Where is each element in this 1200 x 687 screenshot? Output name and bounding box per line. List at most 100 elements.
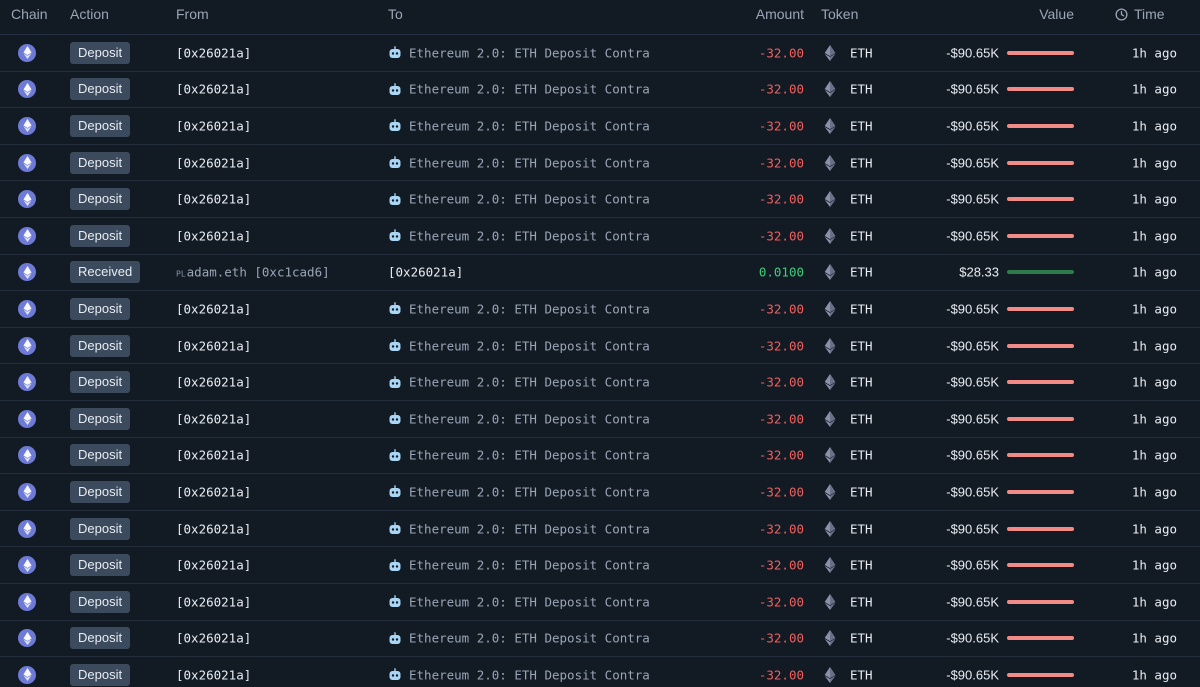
from-address[interactable]: [0x26021a] [176, 155, 251, 170]
token-symbol[interactable]: ETH [850, 558, 873, 573]
token-symbol[interactable]: ETH [850, 667, 873, 682]
timestamp[interactable]: 1h ago [1132, 448, 1177, 463]
action-badge[interactable]: Deposit [70, 371, 131, 394]
table-row[interactable]: Deposit [0x26021a] Ethereum 2.0: ETH Dep… [0, 108, 1200, 145]
action-badge[interactable]: Deposit [70, 517, 131, 540]
ethereum-icon[interactable] [18, 263, 36, 282]
eth-token-icon[interactable] [824, 557, 836, 574]
table-row[interactable]: Deposit [0x26021a] Ethereum 2.0: ETH Dep… [0, 621, 1200, 658]
from-address[interactable]: [0x26021a] [176, 631, 251, 646]
timestamp[interactable]: 1h ago [1132, 411, 1177, 426]
to-address[interactable]: Ethereum 2.0: ETH Deposit Contra [388, 155, 673, 170]
table-row[interactable]: Deposit [0x26021a] Ethereum 2.0: ETH Dep… [0, 72, 1200, 109]
header-time[interactable]: Time [1115, 6, 1165, 22]
timestamp[interactable]: 1h ago [1132, 228, 1177, 243]
from-address[interactable]: [0x26021a] [176, 667, 251, 682]
timestamp[interactable]: 1h ago [1132, 45, 1177, 60]
table-row[interactable]: Received PLadam.eth [0xc1cad6] [0x26021a… [0, 255, 1200, 292]
ethereum-icon[interactable] [18, 336, 36, 355]
action-badge[interactable]: Deposit [70, 627, 131, 650]
table-row[interactable]: Deposit [0x26021a] Ethereum 2.0: ETH Dep… [0, 584, 1200, 621]
to-address[interactable]: [0x26021a] [388, 265, 673, 280]
eth-token-icon[interactable] [824, 227, 836, 244]
ethereum-icon[interactable] [18, 482, 36, 501]
from-address[interactable]: [0x26021a] [176, 411, 251, 426]
action-badge[interactable]: Deposit [70, 151, 131, 174]
ethereum-icon[interactable] [18, 190, 36, 209]
action-badge[interactable]: Deposit [70, 188, 131, 211]
to-address[interactable]: Ethereum 2.0: ETH Deposit Contra [388, 375, 673, 390]
from-address[interactable]: [0x26021a] [176, 118, 251, 133]
action-badge[interactable]: Deposit [70, 480, 131, 503]
ethereum-icon[interactable] [18, 116, 36, 135]
ethereum-icon[interactable] [18, 299, 36, 318]
to-address[interactable]: Ethereum 2.0: ETH Deposit Contra [388, 594, 673, 609]
to-address[interactable]: Ethereum 2.0: ETH Deposit Contra [388, 82, 673, 97]
eth-token-icon[interactable] [824, 520, 836, 537]
timestamp[interactable]: 1h ago [1132, 631, 1177, 646]
token-symbol[interactable]: ETH [850, 301, 873, 316]
table-row[interactable]: Deposit [0x26021a] Ethereum 2.0: ETH Dep… [0, 35, 1200, 72]
timestamp[interactable]: 1h ago [1132, 82, 1177, 97]
ethereum-icon[interactable] [18, 373, 36, 392]
token-symbol[interactable]: ETH [850, 118, 873, 133]
from-address[interactable]: [0x26021a] [176, 228, 251, 243]
token-symbol[interactable]: ETH [850, 484, 873, 499]
token-symbol[interactable]: ETH [850, 45, 873, 60]
to-address[interactable]: Ethereum 2.0: ETH Deposit Contra [388, 558, 673, 573]
table-row[interactable]: Deposit [0x26021a] Ethereum 2.0: ETH Dep… [0, 474, 1200, 511]
header-value[interactable]: Value [1039, 6, 1074, 22]
to-address[interactable]: Ethereum 2.0: ETH Deposit Contra [388, 118, 673, 133]
eth-token-icon[interactable] [824, 300, 836, 317]
table-row[interactable]: Deposit [0x26021a] Ethereum 2.0: ETH Dep… [0, 328, 1200, 365]
header-token[interactable]: Token [821, 6, 858, 22]
from-address[interactable]: [0x26021a] [176, 558, 251, 573]
table-row[interactable]: Deposit [0x26021a] Ethereum 2.0: ETH Dep… [0, 291, 1200, 328]
timestamp[interactable]: 1h ago [1132, 338, 1177, 353]
eth-token-icon[interactable] [824, 630, 836, 647]
to-address[interactable]: Ethereum 2.0: ETH Deposit Contra [388, 631, 673, 646]
ethereum-icon[interactable] [18, 226, 36, 245]
table-row[interactable]: Deposit [0x26021a] Ethereum 2.0: ETH Dep… [0, 181, 1200, 218]
timestamp[interactable]: 1h ago [1132, 265, 1177, 280]
timestamp[interactable]: 1h ago [1132, 484, 1177, 499]
table-row[interactable]: Deposit [0x26021a] Ethereum 2.0: ETH Dep… [0, 218, 1200, 255]
header-action[interactable]: Action [70, 6, 109, 22]
token-symbol[interactable]: ETH [850, 448, 873, 463]
timestamp[interactable]: 1h ago [1132, 155, 1177, 170]
header-chain[interactable]: Chain [11, 6, 48, 22]
ethereum-icon[interactable] [18, 153, 36, 172]
action-badge[interactable]: Deposit [70, 297, 131, 320]
to-address[interactable]: Ethereum 2.0: ETH Deposit Contra [388, 192, 673, 207]
eth-token-icon[interactable] [824, 191, 836, 208]
to-address[interactable]: Ethereum 2.0: ETH Deposit Contra [388, 45, 673, 60]
eth-token-icon[interactable] [824, 81, 836, 98]
token-symbol[interactable]: ETH [850, 375, 873, 390]
table-row[interactable]: Deposit [0x26021a] Ethereum 2.0: ETH Dep… [0, 511, 1200, 548]
from-address[interactable]: [0x26021a] [176, 82, 251, 97]
action-badge[interactable]: Received [70, 261, 141, 284]
header-from[interactable]: From [176, 6, 209, 22]
from-address[interactable]: [0x26021a] [176, 521, 251, 536]
from-address[interactable]: PLadam.eth [0xc1cad6] [176, 265, 330, 280]
header-amount[interactable]: Amount [756, 6, 804, 22]
action-badge[interactable]: Deposit [70, 334, 131, 357]
table-row[interactable]: Deposit [0x26021a] Ethereum 2.0: ETH Dep… [0, 145, 1200, 182]
timestamp[interactable]: 1h ago [1132, 594, 1177, 609]
from-address[interactable]: [0x26021a] [176, 484, 251, 499]
eth-token-icon[interactable] [824, 447, 836, 464]
token-symbol[interactable]: ETH [850, 265, 873, 280]
eth-token-icon[interactable] [824, 337, 836, 354]
timestamp[interactable]: 1h ago [1132, 118, 1177, 133]
eth-token-icon[interactable] [824, 117, 836, 134]
ethereum-icon[interactable] [18, 409, 36, 428]
timestamp[interactable]: 1h ago [1132, 521, 1177, 536]
to-address[interactable]: Ethereum 2.0: ETH Deposit Contra [388, 411, 673, 426]
to-address[interactable]: Ethereum 2.0: ETH Deposit Contra [388, 484, 673, 499]
token-symbol[interactable]: ETH [850, 521, 873, 536]
from-address[interactable]: [0x26021a] [176, 192, 251, 207]
ethereum-icon[interactable] [18, 665, 36, 684]
token-symbol[interactable]: ETH [850, 338, 873, 353]
header-to[interactable]: To [388, 6, 403, 22]
from-address[interactable]: [0x26021a] [176, 338, 251, 353]
